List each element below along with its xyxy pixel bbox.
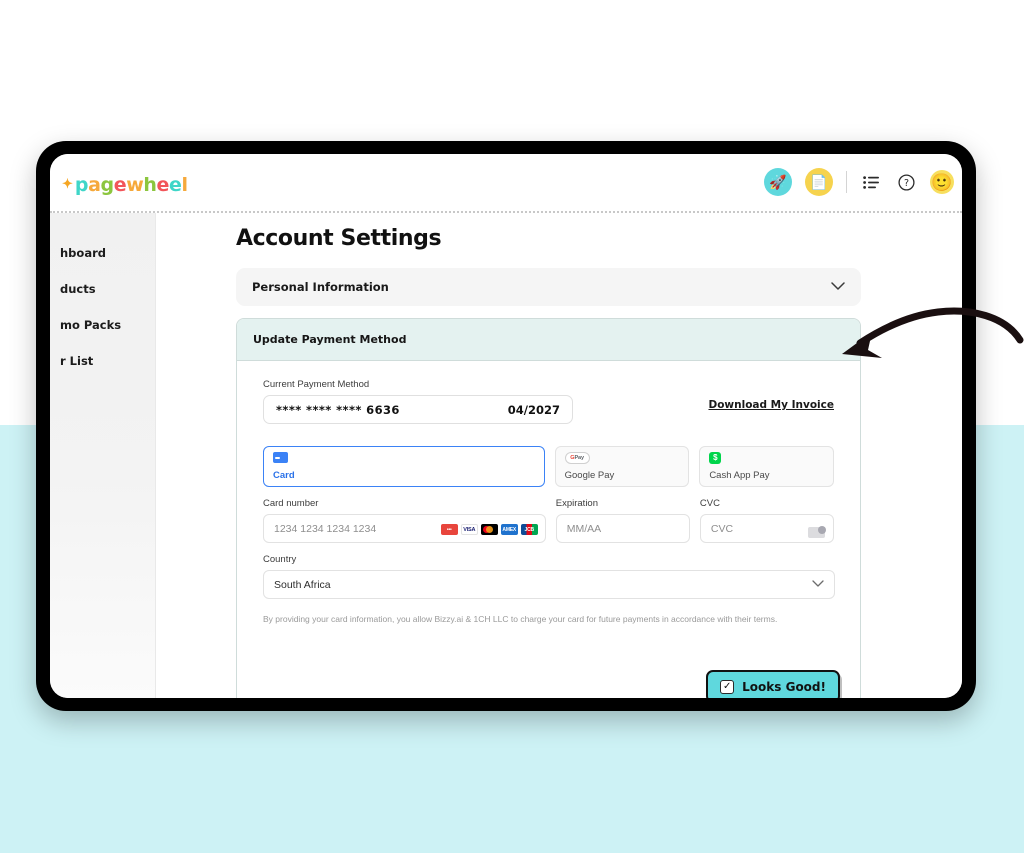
logo-letter: l <box>182 174 188 196</box>
sidebar-item-buyer-list[interactable]: r List <box>50 343 155 379</box>
cartes-bancaires-icon: ••• <box>441 524 458 535</box>
avatar-glyph: 🙂 <box>931 174 952 191</box>
card-number-placeholder: 1234 1234 1234 1234 <box>274 523 376 535</box>
docs-icon[interactable]: 📄 <box>805 168 833 196</box>
card-brand-icons: ••• VISA AMEX JCB <box>441 524 538 535</box>
country-label: Country <box>263 554 835 565</box>
tablet-screen: ✦ pagewheel 🚀 📄 <box>50 154 962 698</box>
logo-letter: e <box>157 174 170 196</box>
expiration-label: Expiration <box>556 498 690 509</box>
payment-card-title: Update Payment Method <box>253 333 406 346</box>
current-card-number: **** **** **** 6636 <box>276 403 400 417</box>
rocket-icon[interactable]: 🚀 <box>764 168 792 196</box>
topbar-divider <box>846 171 847 193</box>
main-content: Account Settings Personal Information Up… <box>156 213 962 698</box>
payment-tab-cash-app-pay[interactable]: $ Cash App Pay <box>699 446 834 487</box>
svg-text:?: ? <box>903 178 908 189</box>
payment-disclaimer: By providing your card information, you … <box>263 613 823 626</box>
cvc-field-wrap: CVC CVC <box>700 498 834 543</box>
expiration-field-wrap: Expiration MM/AA <box>556 498 690 543</box>
looks-good-button[interactable]: ✓ Looks Good! <box>706 670 840 698</box>
country-select[interactable]: South Africa <box>263 570 835 599</box>
amex-icon: AMEX <box>501 524 518 535</box>
sidebar: hboard ducts mo Packs r List <box>50 213 156 698</box>
cvc-label: CVC <box>700 498 834 509</box>
looks-good-label: Looks Good! <box>742 680 826 694</box>
country-field-wrap: Country South Africa <box>263 554 835 599</box>
logo-letter: e <box>169 174 182 196</box>
logo-letter: e <box>114 174 127 196</box>
avatar[interactable]: 🙂 <box>930 170 954 194</box>
tablet-device-frame: ✦ pagewheel 🚀 📄 <box>36 141 976 711</box>
accordion-label: Personal Information <box>252 280 389 294</box>
sidebar-item-label: mo Packs <box>60 318 121 332</box>
current-payment-method-label: Current Payment Method <box>263 379 834 390</box>
update-payment-method-card: Update Payment Method Current Payment Me… <box>236 318 861 698</box>
payment-tab-card[interactable]: Card <box>263 446 545 487</box>
logo-letter: h <box>143 174 156 196</box>
mastercard-icon <box>481 524 498 535</box>
payment-tab-google-pay[interactable]: GPay Google Pay <box>555 446 690 487</box>
logo-letter: g <box>101 174 114 196</box>
help-icon[interactable]: ? <box>895 171 917 193</box>
card-number-field-wrap: Card number 1234 1234 1234 1234 ••• VISA <box>263 498 546 543</box>
logo-text: pagewheel <box>75 174 188 196</box>
cvc-hint-icon <box>808 527 825 538</box>
checkbox-icon: ✓ <box>720 680 734 694</box>
list-icon[interactable] <box>860 171 882 193</box>
cvc-placeholder: CVC <box>711 523 733 535</box>
rocket-glyph: 🚀 <box>769 175 786 189</box>
download-invoice-link[interactable]: Download My Invoice <box>708 399 834 411</box>
payment-tab-label: Google Pay <box>565 470 680 481</box>
app-topbar: ✦ pagewheel 🚀 📄 <box>50 154 962 213</box>
sidebar-item-label: r List <box>60 354 93 368</box>
payment-method-tabs: Card GPay Google Pay $ Cash App Pay <box>263 446 834 487</box>
chevron-down-icon <box>831 278 845 296</box>
current-payment-method-display: **** **** **** 6636 04/2027 <box>263 395 573 424</box>
sparkle-icon: ✦ <box>62 176 73 192</box>
jcb-icon: JCB <box>521 524 538 535</box>
sidebar-item-promo-packs[interactable]: mo Packs <box>50 307 155 343</box>
sidebar-item-dashboard[interactable]: hboard <box>50 235 155 271</box>
google-pay-icon: GPay <box>565 452 590 464</box>
sidebar-item-label: ducts <box>60 282 96 296</box>
accordion-personal-information[interactable]: Personal Information <box>236 268 861 306</box>
expiration-input[interactable]: MM/AA <box>556 514 690 543</box>
sidebar-item-products[interactable]: ducts <box>50 271 155 307</box>
logo-letter: w <box>126 174 143 196</box>
expiration-placeholder: MM/AA <box>567 523 601 535</box>
visa-icon: VISA <box>461 524 478 535</box>
docs-glyph: 📄 <box>810 175 827 189</box>
logo-letter: p <box>75 174 88 196</box>
chevron-down-icon <box>812 579 824 591</box>
app-logo[interactable]: ✦ pagewheel <box>62 174 188 196</box>
screenshot-stage: ✦ pagewheel 🚀 📄 <box>0 0 1024 853</box>
topbar-actions: 🚀 📄 <box>764 168 954 196</box>
card-number-label: Card number <box>263 498 546 509</box>
country-value: South Africa <box>274 579 331 591</box>
sidebar-item-label: hboard <box>60 246 106 260</box>
payment-card-header: Update Payment Method <box>237 319 860 361</box>
credit-card-icon <box>273 452 288 463</box>
page-title: Account Settings <box>236 226 441 251</box>
card-fields-row: Card number 1234 1234 1234 1234 ••• VISA <box>263 498 834 543</box>
payment-tab-label: Card <box>273 470 535 481</box>
logo-letter: a <box>88 174 100 196</box>
payment-tab-label: Cash App Pay <box>709 470 824 481</box>
current-card-expiry: 04/2027 <box>508 403 560 417</box>
payment-card-body: Current Payment Method **** **** **** 66… <box>237 361 860 626</box>
cash-app-icon: $ <box>709 452 721 464</box>
